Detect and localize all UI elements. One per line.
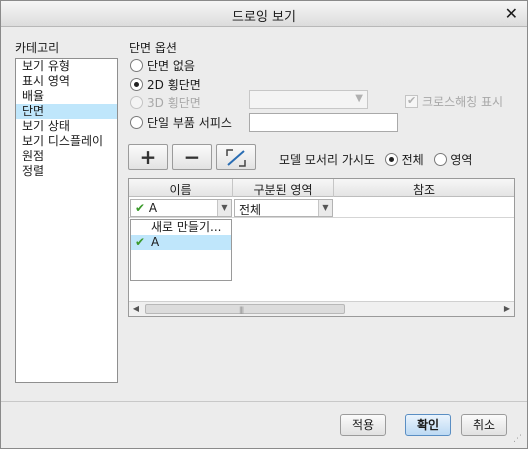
category-item-section[interactable]: 단면 (16, 104, 117, 119)
2d-section-label: 2D 횡단면 (147, 78, 201, 92)
region-combo[interactable]: 전체 ▼ (234, 199, 333, 217)
dropdown-item-a[interactable]: ✔ A (131, 235, 231, 250)
no-section-option[interactable]: 단면 없음 (130, 57, 195, 74)
single-part-radio[interactable] (130, 116, 143, 129)
close-icon[interactable]: ✕ (505, 4, 518, 23)
chevron-down-icon: ▼ (355, 93, 363, 104)
categories-label: 카테고리 (15, 41, 60, 55)
category-item-alignment[interactable]: 정렬 (16, 164, 117, 179)
3d-section-radio (130, 96, 143, 109)
table-header: 이름 구분된 영역 참조 (129, 179, 514, 197)
category-list[interactable]: 보기 유형 표시 영역 배율 단면 보기 상태 보기 디스플레이 원점 정렬 (15, 58, 118, 383)
remove-section-button[interactable]: − (172, 144, 212, 170)
dropdown-new-label: 새로 만들기... (151, 220, 222, 234)
scroll-thumb[interactable]: ||| (145, 304, 345, 314)
3d-section-combo: ▼ (249, 90, 368, 109)
category-item-origin[interactable]: 원점 (16, 149, 117, 164)
title-bar: 드로잉 보기 ✕ (1, 1, 527, 27)
edge-visibility-group: 모델 모서리 가시도 전체 영역 (279, 151, 472, 168)
scroll-grip-icon: ||| (239, 306, 244, 314)
dropdown-item-new[interactable]: 새로 만들기... (131, 220, 231, 235)
name-dropdown-list[interactable]: 새로 만들기... ✔ A (130, 219, 232, 281)
check-icon: ✔ (135, 201, 146, 215)
no-section-radio[interactable] (130, 59, 143, 72)
minus-icon: − (183, 145, 201, 169)
3d-section-option: 3D 횡단면 (130, 94, 201, 111)
category-item-view-type[interactable]: 보기 유형 (16, 59, 117, 74)
chevron-down-icon[interactable]: ▼ (217, 200, 231, 216)
section-arrow-button[interactable] (216, 144, 256, 170)
section-table: 이름 구분된 영역 참조 ✔ A ▼ 전체 ▼ 새로 만들기... ✔ A ◀ … (128, 178, 515, 317)
single-part-option[interactable]: 단일 부품 서피스 (130, 114, 232, 131)
table-row[interactable]: ✔ A ▼ 전체 ▼ (129, 198, 514, 218)
category-item-scale[interactable]: 배율 (16, 89, 117, 104)
3d-section-label: 3D 횡단면 (147, 96, 201, 110)
crosshatch-checkbox (405, 94, 418, 108)
dropdown-a-label: A (151, 235, 160, 249)
plus-icon: + (139, 145, 157, 169)
chevron-down-icon[interactable]: ▼ (318, 200, 332, 216)
reference-cell[interactable] (334, 198, 514, 217)
2d-section-radio[interactable] (130, 78, 143, 91)
edge-all-label: 전체 (401, 153, 424, 167)
edge-area-radio[interactable] (433, 153, 447, 166)
single-part-label: 단일 부품 서피스 (147, 116, 232, 130)
name-combo[interactable]: ✔ A ▼ (130, 199, 232, 217)
region-value: 전체 (239, 203, 262, 217)
apply-button[interactable]: 적용 (340, 414, 386, 436)
resize-grip-icon[interactable]: ⋰ (513, 434, 522, 444)
category-item-view-display[interactable]: 보기 디스플레이 (16, 134, 117, 149)
scroll-right-icon[interactable]: ▶ (500, 302, 514, 316)
category-item-view-state[interactable]: 보기 상태 (16, 119, 117, 134)
horizontal-scrollbar[interactable]: ◀ ||| ▶ (129, 301, 514, 316)
edge-area-label: 영역 (450, 153, 473, 167)
dialog-title: 드로잉 보기 (232, 10, 296, 25)
category-item-visible-area[interactable]: 표시 영역 (16, 74, 117, 89)
header-name[interactable]: 이름 (129, 181, 232, 198)
no-section-label: 단면 없음 (147, 59, 195, 73)
scroll-left-icon[interactable]: ◀ (129, 302, 143, 316)
section-arrow-icon (226, 149, 246, 167)
name-combo-value: ✔ A (135, 201, 157, 215)
single-part-input[interactable] (249, 113, 398, 132)
name-value: A (148, 201, 158, 215)
add-section-button[interactable]: + (128, 144, 168, 170)
ok-button[interactable]: 확인 (405, 414, 451, 436)
2d-section-option[interactable]: 2D 횡단면 (130, 76, 201, 93)
header-region[interactable]: 구분된 영역 (233, 181, 333, 198)
crosshatch-label: 크로스해칭 표시 (422, 95, 504, 109)
edge-visibility-label: 모델 모서리 가시도 (279, 153, 375, 167)
crosshatch-option: 크로스해칭 표시 (405, 93, 503, 110)
check-icon: ✔ (135, 235, 146, 249)
button-separator (1, 401, 527, 402)
edge-all-radio[interactable] (384, 153, 398, 166)
header-reference[interactable]: 참조 (334, 181, 514, 198)
section-options-label: 단면 옵션 (129, 41, 177, 55)
drawing-view-dialog: 드로잉 보기 ✕ 카테고리 보기 유형 표시 영역 배율 단면 보기 상태 보기… (0, 0, 528, 449)
cancel-button[interactable]: 취소 (461, 414, 507, 436)
